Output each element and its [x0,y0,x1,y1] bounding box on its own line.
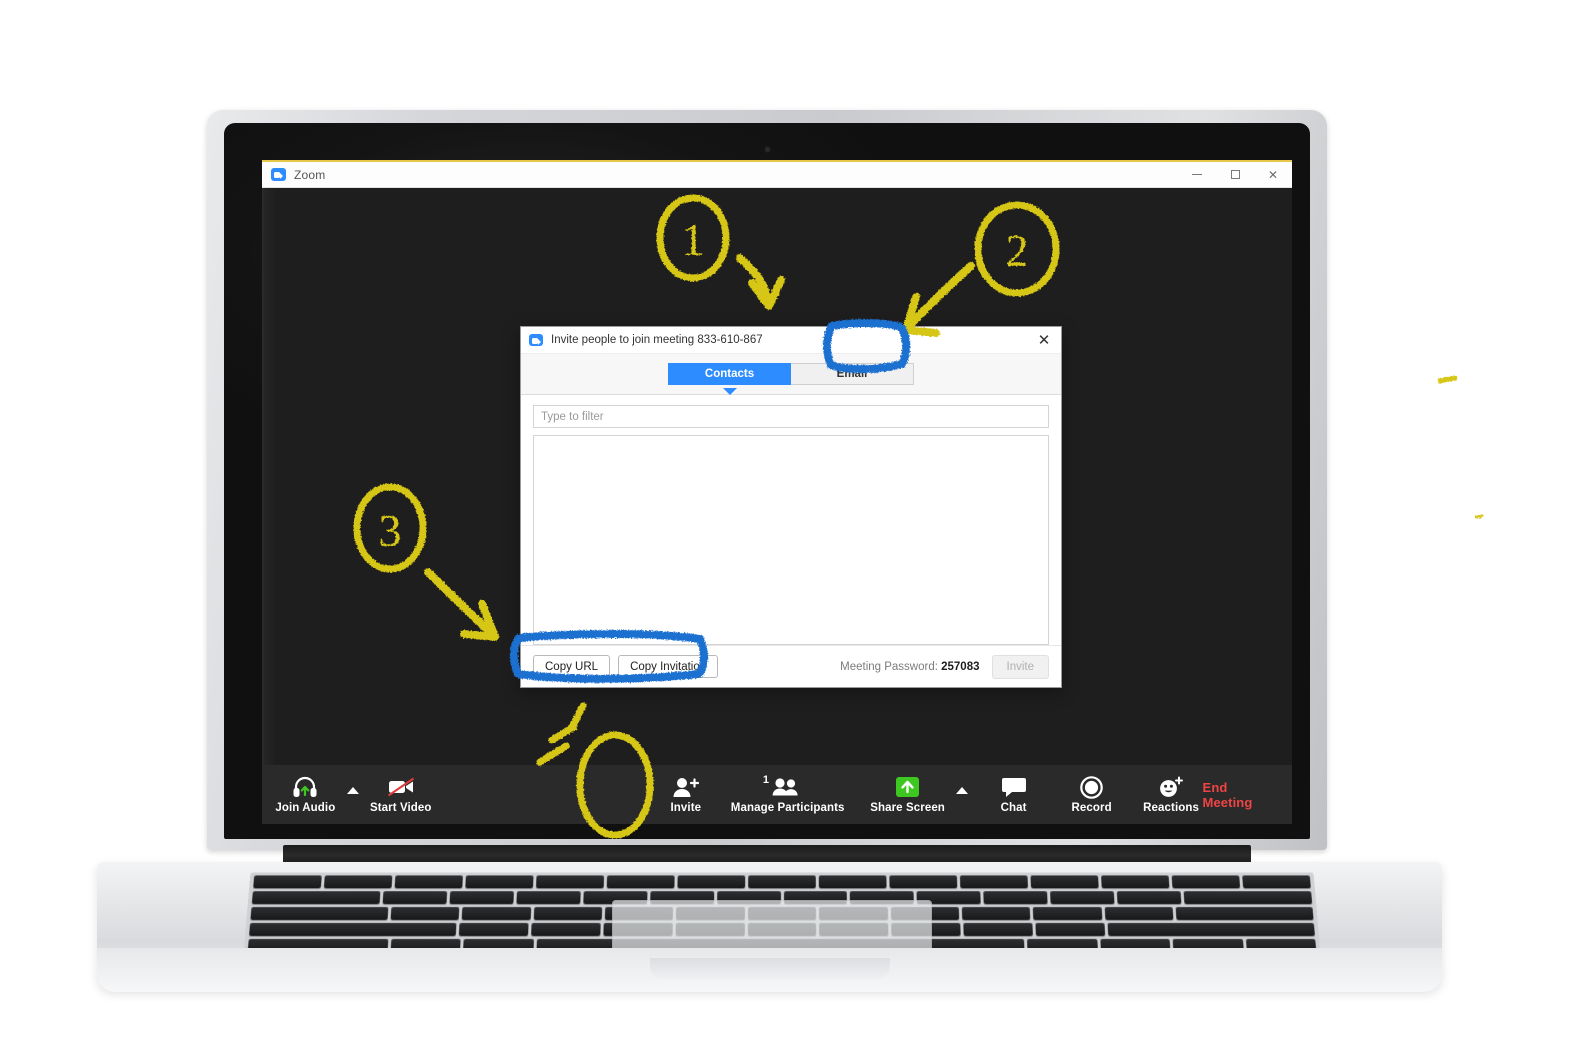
record-circle-icon [1080,775,1103,799]
zoom-title-bar: Zoom ✕ [262,162,1292,188]
toolbar-label-manage-participants: Manage Participants [730,802,845,814]
toolbar-label-join-audio: Join Audio [275,802,336,814]
toolbar-item-invite[interactable]: Invite [660,765,712,824]
close-window-button[interactable]: ✕ [1254,162,1292,188]
share-options-chevron-up-icon[interactable] [955,787,968,794]
contacts-list[interactable] [533,435,1049,645]
toolbar-item-manage-participants[interactable]: 1 Manage Participants [730,765,846,824]
share-screen-up-arrow-icon [895,775,920,799]
toolbar-label-invite: Invite [670,802,702,814]
close-icon[interactable]: ✕ [1027,327,1061,354]
copy-invitation-button[interactable]: Copy Invitation [618,655,719,678]
video-off-icon [387,775,415,799]
toolbar-item-chat[interactable]: Chat [988,765,1040,824]
person-add-icon [673,775,699,799]
copy-url-button[interactable]: Copy URL [533,655,611,678]
toolbar-label-share-screen: Share Screen [870,802,945,814]
toolbar-item-record[interactable]: Record [1066,765,1118,824]
meeting-password-label: Meeting Password: [840,660,938,673]
window-controls: ✕ [1178,162,1292,188]
invite-dialog-footer: Copy URL Copy Invitation Meeting Passwor… [521,645,1061,687]
meeting-video-canvas: Invite people to join meeting 833-610-86… [262,188,1292,765]
toolbar-item-join-audio[interactable]: Join Audio [272,765,339,824]
zoom-meeting-toolbar: Join Audio Start Video Invite 1 Manage P… [262,765,1292,824]
toolbar-item-share-screen[interactable]: Share Screen [868,765,948,824]
tab-email[interactable]: Email [791,363,914,385]
participants-icon [772,775,804,799]
stray-marker-mark [1474,514,1484,519]
contacts-filter-input[interactable] [533,405,1049,428]
toolbar-label-chat: Chat [1000,802,1027,814]
invite-submit-button[interactable]: Invite [991,654,1049,679]
invite-dialog-tabs: Contacts Email [521,354,1061,395]
invite-dialog: Invite people to join meeting 833-610-86… [520,326,1062,688]
window-title: Zoom [294,167,326,182]
zoom-application-window: Zoom ✕ Invite people to join meeting 833… [262,160,1292,824]
zoom-logo-icon [271,168,286,181]
headset-join-audio-icon [292,775,318,799]
smiley-reactions-icon [1158,775,1184,799]
toolbar-label-record: Record [1071,802,1112,814]
zoom-logo-icon [529,334,543,346]
toolbar-item-start-video[interactable]: Start Video [367,765,435,824]
webcam-icon [764,146,771,153]
laptop-base-notch [650,958,890,980]
toolbar-item-reactions[interactable]: Reactions [1140,765,1203,824]
invite-dialog-title: Invite people to join meeting 833-610-86… [551,334,763,346]
stray-marker-mark [1437,375,1458,384]
active-tab-pointer [723,388,737,395]
tab-contacts[interactable]: Contacts [668,363,791,385]
canvas-edge-shading [262,188,276,765]
invite-dialog-body [521,395,1061,645]
invite-dialog-title-bar: Invite people to join meeting 833-610-86… [521,327,1061,354]
participants-count-badge: 1 [762,774,769,786]
audio-options-chevron-up-icon[interactable] [346,787,359,794]
minimize-button[interactable] [1178,162,1216,188]
toolbar-label-reactions: Reactions [1143,802,1200,814]
screenshot-root: Zoom ✕ Invite people to join meeting 833… [0,0,1582,1054]
end-meeting-button[interactable]: End Meeting [1203,780,1274,810]
meeting-password: Meeting Password: 257083 [840,661,979,673]
maximize-button[interactable] [1216,162,1254,188]
chat-bubble-icon [1001,775,1026,799]
meeting-password-value: 257083 [941,660,980,673]
toolbar-label-start-video: Start Video [369,802,432,814]
keyboard-row [249,875,1315,889]
